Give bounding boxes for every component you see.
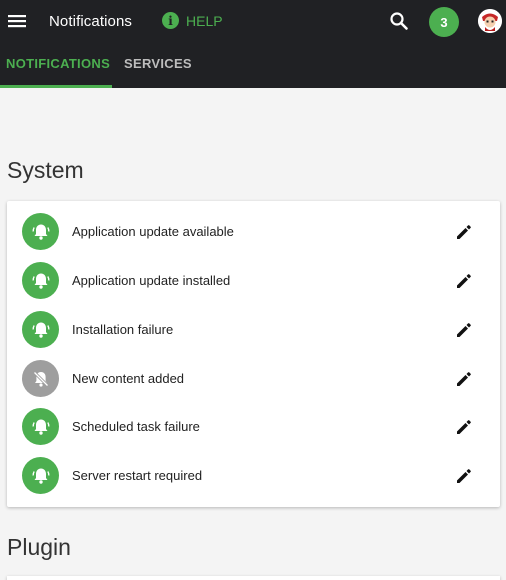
edit-button[interactable] (454, 271, 474, 291)
bell-icon (22, 213, 59, 250)
pencil-icon (457, 225, 471, 239)
app-header: Notifications i HELP 3 NOTIFICATIONS SER… (0, 0, 506, 88)
tab-services[interactable]: SERVICES (124, 56, 192, 71)
tab-notifications[interactable]: NOTIFICATIONS (6, 56, 110, 71)
menu-button[interactable] (6, 10, 28, 32)
list-item[interactable]: Application update installed (7, 259, 500, 303)
list-item-label: Scheduled task failure (72, 419, 200, 434)
section-title-plugin: Plugin (7, 534, 71, 560)
pencil-icon (457, 274, 471, 288)
edit-button[interactable] (454, 320, 474, 340)
help-label: HELP (186, 12, 223, 29)
user-avatar-icon (478, 9, 502, 33)
bell-icon (22, 457, 59, 494)
bell-off-icon (22, 360, 59, 397)
list-item[interactable]: Installation failure (7, 308, 500, 352)
edit-button[interactable] (454, 222, 474, 242)
list-item-label: Server restart required (72, 468, 203, 483)
search-icon (390, 12, 408, 30)
search-button[interactable] (389, 11, 409, 31)
bell-icon (22, 262, 59, 299)
pencil-icon (457, 420, 471, 434)
bell-icon (22, 408, 59, 445)
edit-button[interactable] (454, 466, 474, 486)
system-notifications-card: Application update available Application… (7, 201, 500, 507)
info-icon: i (162, 12, 179, 29)
list-item-label: Installation failure (72, 322, 174, 337)
pencil-icon (457, 323, 471, 337)
section-title-system: System (7, 157, 84, 183)
list-item[interactable]: Scheduled task failure (7, 405, 500, 449)
pencil-icon (457, 469, 471, 483)
list-item[interactable]: New content added (7, 357, 500, 401)
list-item-label: New content added (72, 371, 185, 386)
active-tab-indicator (0, 85, 112, 88)
list-item[interactable]: Server restart required (7, 454, 500, 498)
page-title: Notifications (49, 13, 133, 30)
list-item[interactable]: Application update available (7, 210, 500, 254)
edit-button[interactable] (454, 417, 474, 437)
list-item-label: Application update installed (72, 273, 231, 288)
pencil-icon (457, 372, 471, 386)
bell-icon (22, 311, 59, 348)
help-link[interactable]: i HELP (162, 12, 223, 29)
plugin-notifications-card (7, 576, 500, 580)
avatar[interactable] (478, 9, 502, 33)
list-item-label: Application update available (72, 224, 234, 239)
edit-button[interactable] (454, 369, 474, 389)
notification-count-badge[interactable]: 3 (429, 7, 459, 37)
hamburger-menu-icon (8, 15, 26, 28)
